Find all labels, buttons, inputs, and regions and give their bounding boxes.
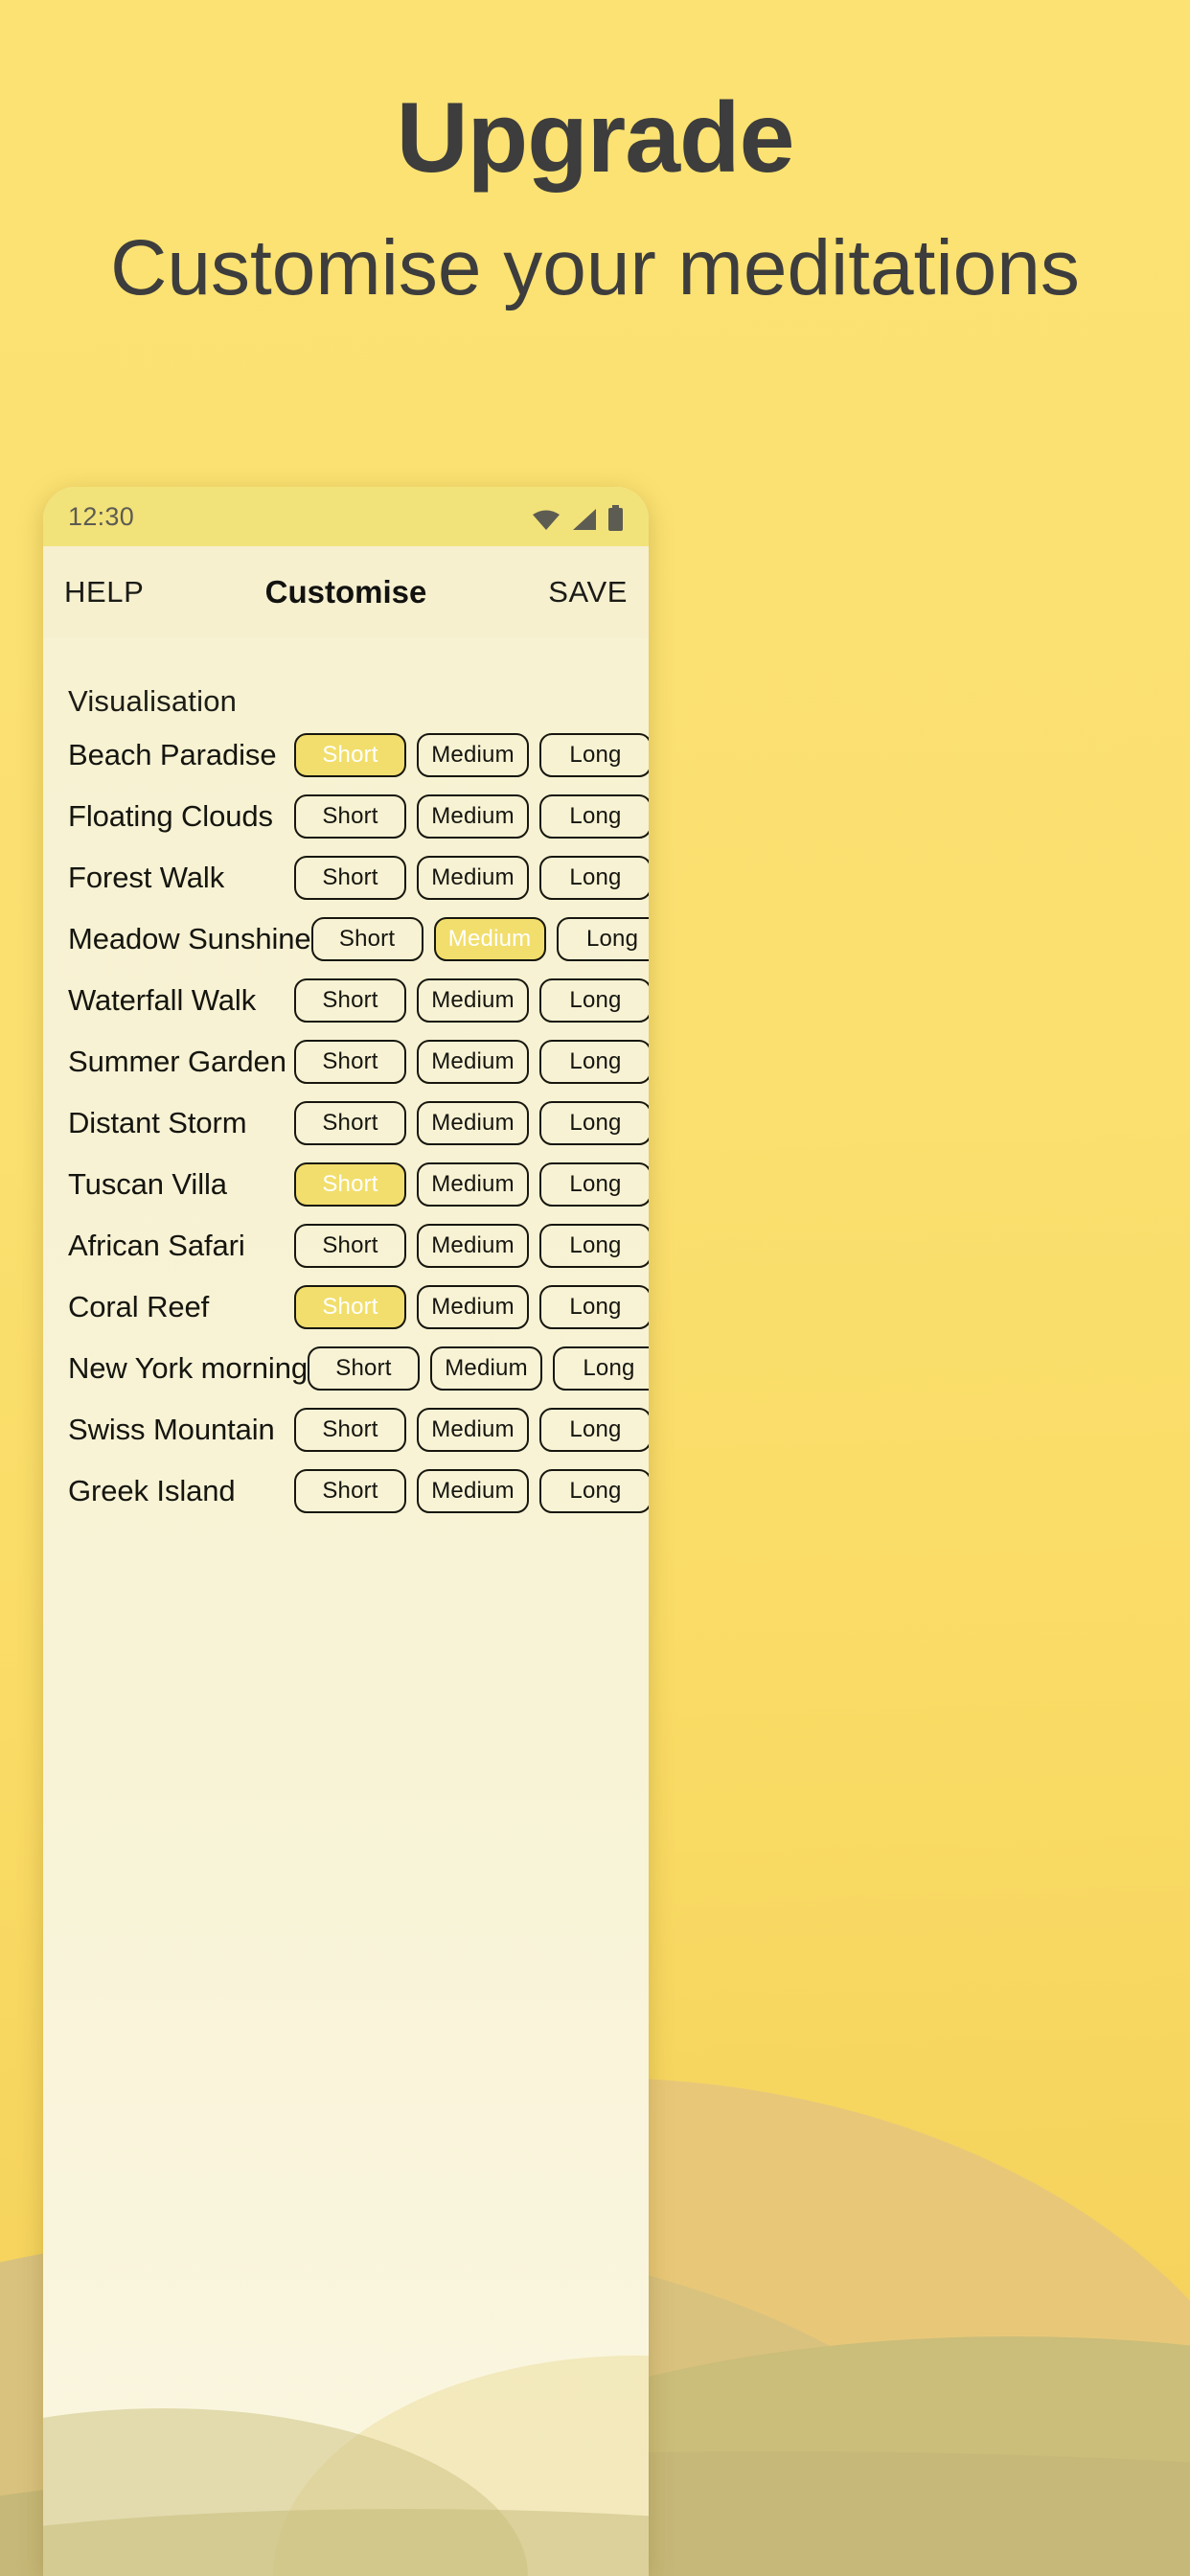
table-row: Distant Storm Short Medium Long bbox=[60, 1092, 649, 1154]
duration-option-group: Short Medium Long bbox=[294, 1469, 649, 1513]
duration-option-short[interactable]: Short bbox=[294, 794, 406, 839]
duration-option-long[interactable]: Long bbox=[539, 856, 649, 900]
duration-option-group: Short Medium Long bbox=[294, 1224, 649, 1268]
marketing-copy: Upgrade Customise your meditations bbox=[0, 0, 1190, 325]
table-row: New York morning Short Medium Long bbox=[60, 1338, 649, 1399]
table-row: Tuscan Villa Short Medium Long bbox=[60, 1154, 649, 1215]
duration-option-medium[interactable]: Medium bbox=[417, 1040, 529, 1084]
duration-option-medium[interactable]: Medium bbox=[417, 1469, 529, 1513]
meditation-name: Tuscan Villa bbox=[68, 1167, 227, 1201]
duration-option-short[interactable]: Short bbox=[294, 1285, 406, 1329]
duration-option-medium[interactable]: Medium bbox=[433, 917, 546, 961]
duration-option-group: Short Medium Long bbox=[294, 1162, 649, 1207]
duration-option-group: Short Medium Long bbox=[294, 733, 649, 777]
meditation-name: Floating Clouds bbox=[68, 799, 273, 833]
table-row: African Safari Short Medium Long bbox=[60, 1215, 649, 1276]
meditation-name: New York morning bbox=[68, 1351, 308, 1385]
table-row: Beach Paradise Short Medium Long bbox=[60, 724, 649, 786]
duration-option-medium[interactable]: Medium bbox=[417, 1101, 529, 1145]
duration-option-medium[interactable]: Medium bbox=[417, 1224, 529, 1268]
duration-option-group: Short Medium Long bbox=[294, 1408, 649, 1452]
table-row: Waterfall Walk Short Medium Long bbox=[60, 970, 649, 1031]
duration-option-long[interactable]: Long bbox=[552, 1346, 649, 1391]
meditation-name: Coral Reef bbox=[68, 1290, 210, 1323]
customise-screen: Visualisation Beach Paradise Short Medium L… bbox=[43, 638, 649, 2576]
duration-option-long[interactable]: Long bbox=[539, 1224, 649, 1268]
table-row: Meadow Sunshine Short Medium Long bbox=[60, 908, 649, 970]
duration-option-short[interactable]: Short bbox=[307, 1346, 420, 1391]
page-title: Upgrade bbox=[396, 82, 795, 194]
screen-hill-1 bbox=[43, 2408, 528, 2576]
phone-mockup: 12:30 HELP Customise SAVE Visualisation … bbox=[43, 487, 649, 2576]
duration-option-medium[interactable]: Medium bbox=[417, 1408, 529, 1452]
meditation-list: Beach Paradise Short Medium Long Floating Cl… bbox=[60, 724, 649, 1522]
duration-option-short[interactable]: Short bbox=[294, 856, 406, 900]
duration-option-medium[interactable]: Medium bbox=[417, 1162, 529, 1207]
page-subtitle: Customise your meditations bbox=[110, 224, 1080, 312]
duration-option-short[interactable]: Short bbox=[294, 1408, 406, 1452]
wifi-icon bbox=[532, 508, 561, 531]
table-row: Coral Reef Short Medium Long bbox=[60, 1276, 649, 1338]
duration-option-long[interactable]: Long bbox=[556, 917, 649, 961]
meditation-name: Greek Island bbox=[68, 1474, 236, 1507]
duration-option-group: Short Medium Long bbox=[310, 917, 649, 961]
duration-option-short[interactable]: Short bbox=[294, 733, 406, 777]
save-button[interactable]: SAVE bbox=[548, 575, 628, 610]
duration-option-group: Short Medium Long bbox=[294, 856, 649, 900]
duration-option-long[interactable]: Long bbox=[539, 1040, 649, 1084]
duration-option-long[interactable]: Long bbox=[539, 794, 649, 839]
meditation-name: Meadow Sunshine bbox=[68, 922, 311, 955]
duration-option-long[interactable]: Long bbox=[539, 978, 649, 1023]
battery-icon bbox=[607, 505, 624, 531]
duration-option-group: Short Medium Long bbox=[294, 794, 649, 839]
duration-option-long[interactable]: Long bbox=[539, 1101, 649, 1145]
duration-option-group: Short Medium Long bbox=[294, 978, 649, 1023]
duration-option-medium[interactable]: Medium bbox=[429, 1346, 542, 1391]
cellular-signal-icon bbox=[571, 508, 597, 531]
meditation-name: Swiss Mountain bbox=[68, 1413, 275, 1446]
duration-option-group: Short Medium Long bbox=[294, 1285, 649, 1329]
duration-option-medium[interactable]: Medium bbox=[417, 1285, 529, 1329]
app-bar: HELP Customise SAVE bbox=[43, 546, 649, 638]
table-row: Floating Clouds Short Medium Long bbox=[60, 786, 649, 847]
help-button[interactable]: HELP bbox=[64, 575, 144, 610]
section-heading: Visualisation bbox=[68, 684, 238, 718]
duration-option-long[interactable]: Long bbox=[539, 1408, 649, 1452]
duration-option-group: Short Medium Long bbox=[294, 1101, 649, 1145]
table-row: Forest Walk Short Medium Long bbox=[60, 847, 649, 908]
duration-option-long[interactable]: Long bbox=[539, 1162, 649, 1207]
duration-option-short[interactable]: Short bbox=[294, 1101, 406, 1145]
status-bar: 12:30 bbox=[43, 487, 649, 546]
duration-option-short[interactable]: Short bbox=[294, 1162, 406, 1207]
duration-option-medium[interactable]: Medium bbox=[417, 978, 529, 1023]
meditation-name: Beach Paradise bbox=[68, 738, 277, 771]
meditation-name: African Safari bbox=[68, 1229, 245, 1262]
duration-option-short[interactable]: Short bbox=[294, 1040, 406, 1084]
duration-option-short[interactable]: Short bbox=[294, 1469, 406, 1513]
meditation-name: Waterfall Walk bbox=[68, 983, 257, 1017]
duration-option-long[interactable]: Long bbox=[539, 733, 649, 777]
duration-option-short[interactable]: Short bbox=[310, 917, 423, 961]
duration-option-long[interactable]: Long bbox=[539, 1469, 649, 1513]
status-bar-icons bbox=[532, 502, 624, 531]
duration-option-group: Short Medium Long bbox=[307, 1346, 649, 1391]
duration-option-medium[interactable]: Medium bbox=[417, 856, 529, 900]
meditation-name: Forest Walk bbox=[68, 861, 225, 894]
table-row: Swiss Mountain Short Medium Long bbox=[60, 1399, 649, 1460]
screen-hill-3 bbox=[43, 2509, 649, 2576]
duration-option-short[interactable]: Short bbox=[294, 978, 406, 1023]
status-bar-clock: 12:30 bbox=[68, 501, 135, 531]
duration-option-long[interactable]: Long bbox=[539, 1285, 649, 1329]
meditation-name: Summer Garden bbox=[68, 1045, 286, 1078]
screen-hill-2 bbox=[273, 2356, 649, 2576]
screen-background-hills bbox=[43, 2288, 649, 2576]
duration-option-medium[interactable]: Medium bbox=[417, 733, 529, 777]
duration-option-medium[interactable]: Medium bbox=[417, 794, 529, 839]
meditation-name: Distant Storm bbox=[68, 1106, 247, 1139]
table-row: Summer Garden Short Medium Long bbox=[60, 1031, 649, 1092]
duration-option-short[interactable]: Short bbox=[294, 1224, 406, 1268]
table-row: Greek Island Short Medium Long bbox=[60, 1460, 649, 1522]
duration-option-group: Short Medium Long bbox=[294, 1040, 649, 1084]
